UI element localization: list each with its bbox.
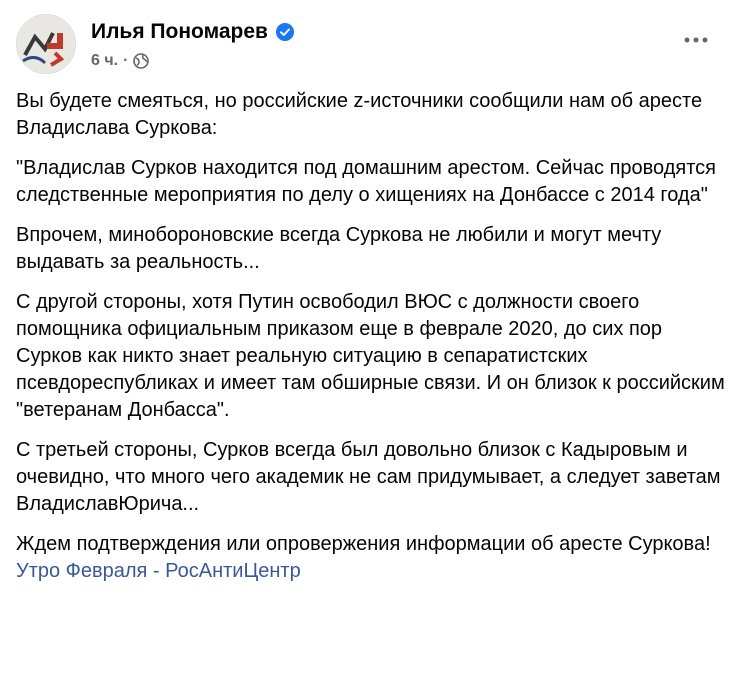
post-paragraph: Впрочем, минобороновские всегда Суркова … (16, 224, 662, 273)
facebook-post: Илья Пономарев 6 ч. · Вы будете смеяться… (0, 0, 740, 689)
post-timestamp[interactable]: 6 ч. (91, 52, 118, 70)
post-body: Вы будете смеяться, но российские z-исто… (16, 88, 728, 585)
post-header: Илья Пономарев 6 ч. · (16, 14, 724, 74)
author-name-text[interactable]: Илья Пономарев (91, 20, 268, 44)
post-paragraph: Вы будете смеяться, но российские z-исто… (16, 90, 703, 139)
meta-separator: · (123, 52, 129, 69)
post-paragraph: С другой стороны, хотя Путин освободил В… (16, 291, 725, 421)
globe-icon[interactable] (133, 53, 150, 69)
post-paragraph: С третьей стороны, Сурков всегда был дов… (16, 439, 721, 515)
post-paragraph: Ждем подтверждения или опровержения инфо… (16, 533, 711, 555)
verified-badge-icon (275, 23, 294, 41)
more-options-icon[interactable] (678, 30, 714, 50)
author-name[interactable]: Илья Пономарев (91, 20, 294, 44)
source-link[interactable]: Утро Февраля - РосАнтиЦентр (16, 558, 301, 585)
post-paragraph: "Владислав Сурков находится под домашним… (16, 157, 716, 206)
post-meta: 6 ч. · (91, 52, 150, 70)
author-avatar[interactable] (16, 14, 76, 74)
